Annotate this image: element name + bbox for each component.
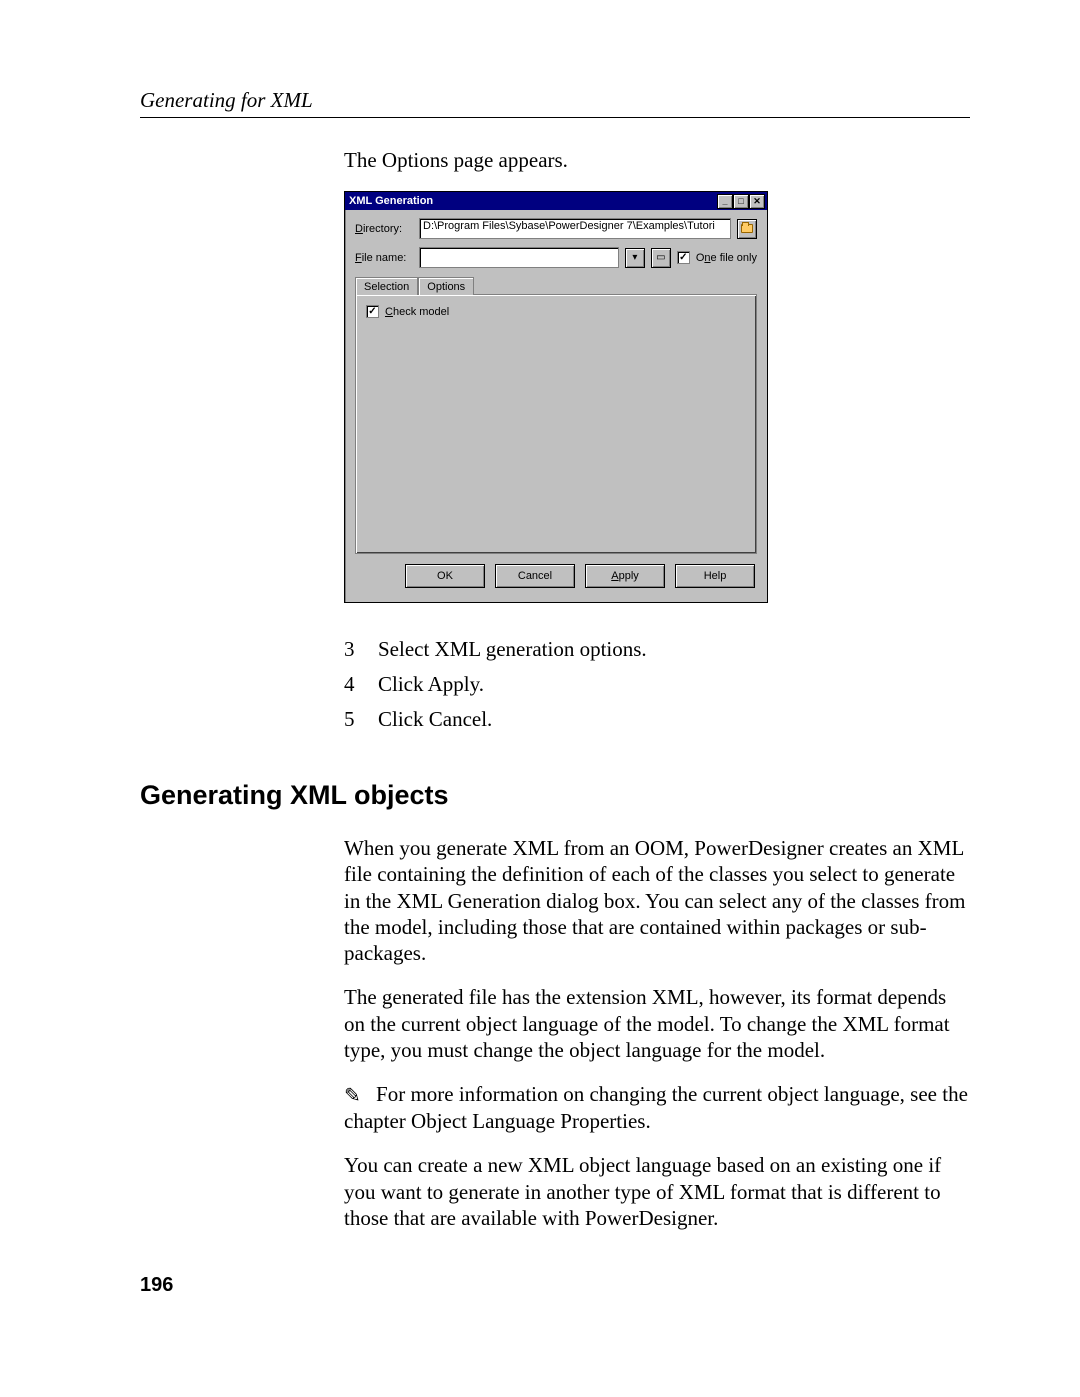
body-paragraph: The generated file has the extension XML… <box>344 984 970 1063</box>
step-number: 5 <box>344 707 358 732</box>
filename-label: File name: <box>355 252 413 264</box>
step-text: Select XML generation options. <box>378 637 647 662</box>
intro-text: The Options page appears. <box>344 148 970 173</box>
options-tab-page: ✓ Check model <box>355 294 757 554</box>
apply-button[interactable]: Apply <box>585 564 665 588</box>
cancel-button[interactable]: Cancel <box>495 564 575 588</box>
header-rule <box>140 117 970 118</box>
crossref-text: For more information on changing the cur… <box>344 1082 968 1133</box>
close-icon[interactable]: ✕ <box>749 194 765 209</box>
one-file-only-checkbox[interactable]: ✓ <box>677 251 690 264</box>
filename-field[interactable] <box>419 247 619 268</box>
dialog-titlebar[interactable]: XML Generation _ □ ✕ <box>345 192 767 210</box>
section-heading: Generating XML objects <box>140 780 970 811</box>
running-header: Generating for XML <box>140 88 970 113</box>
check-model-label: Check model <box>385 306 449 318</box>
step-text: Click Apply. <box>378 672 484 697</box>
step-list: 3 Select XML generation options. 4 Click… <box>344 637 970 732</box>
list-item: 5 Click Cancel. <box>344 707 970 732</box>
step-number: 4 <box>344 672 358 697</box>
xml-generation-dialog: XML Generation _ □ ✕ Directory: D:\Progr… <box>344 191 768 603</box>
minimize-icon[interactable]: _ <box>717 194 733 209</box>
ok-button[interactable]: OK <box>405 564 485 588</box>
folder-icon <box>741 224 753 233</box>
browse-file-button[interactable]: ▭ <box>651 248 671 268</box>
note-icon: ✎ <box>344 1084 361 1109</box>
dialog-title: XML Generation <box>349 195 433 207</box>
one-file-only-label: One file only <box>696 252 757 264</box>
body-paragraph: You can create a new XML object language… <box>344 1152 970 1231</box>
list-item: 4 Click Apply. <box>344 672 970 697</box>
tab-options[interactable]: Options <box>418 277 474 295</box>
step-text: Click Cancel. <box>378 707 492 732</box>
directory-field[interactable]: D:\Program Files\Sybase\PowerDesigner 7\… <box>419 218 731 239</box>
body-paragraph-crossref: ✎ For more information on changing the c… <box>344 1081 970 1134</box>
step-number: 3 <box>344 637 358 662</box>
check-model-checkbox[interactable]: ✓ <box>366 305 379 318</box>
dropdown-icon[interactable]: ▾ <box>625 248 645 268</box>
maximize-icon[interactable]: □ <box>733 194 749 209</box>
directory-label: Directory: <box>355 223 413 235</box>
tab-selection[interactable]: Selection <box>355 277 418 295</box>
body-paragraph: When you generate XML from an OOM, Power… <box>344 835 970 966</box>
browse-folder-button[interactable] <box>737 219 757 239</box>
help-button[interactable]: Help <box>675 564 755 588</box>
list-item: 3 Select XML generation options. <box>344 637 970 662</box>
page-number: 196 <box>140 1274 173 1297</box>
